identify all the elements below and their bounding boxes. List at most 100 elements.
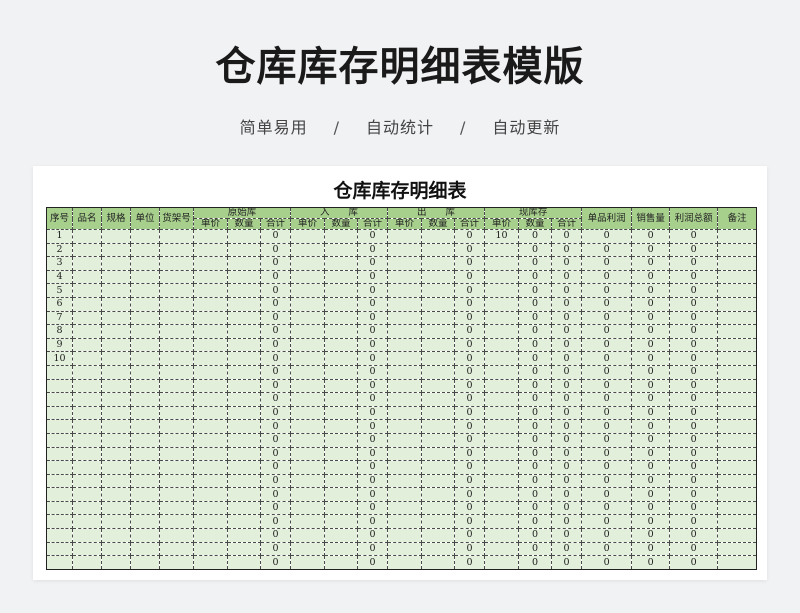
cell-cur-qty[interactable]: 0	[518, 269, 553, 285]
cell-out-qty[interactable]	[421, 296, 456, 312]
cell-unit[interactable]	[130, 242, 160, 258]
cell-cur-price[interactable]	[484, 351, 520, 366]
cell-out-price[interactable]	[387, 351, 423, 366]
cell-cur-total[interactable]: 0	[551, 446, 583, 462]
cell-orig-price[interactable]	[193, 242, 228, 258]
cell-out-qty[interactable]	[421, 324, 456, 339]
cell-remarks[interactable]	[717, 460, 758, 475]
cell-in-total[interactable]: 0	[357, 405, 389, 421]
cell-spec[interactable]	[101, 487, 131, 502]
cell-unit[interactable]	[130, 337, 160, 353]
cell-out-total[interactable]: 0	[454, 242, 486, 258]
cell-in-qty[interactable]	[324, 432, 359, 448]
cell-remarks[interactable]	[717, 446, 758, 462]
cell-out-price[interactable]	[387, 541, 423, 557]
cell-out-price[interactable]	[387, 392, 423, 407]
cell-unit-profit[interactable]: 0	[581, 419, 633, 434]
cell-cur-total[interactable]: 0	[551, 432, 583, 448]
cell-sales[interactable]: 0	[631, 487, 671, 502]
cell-orig-qty[interactable]	[227, 487, 261, 502]
cell-out-total[interactable]: 0	[454, 405, 486, 421]
cell-seq[interactable]	[46, 392, 73, 407]
cell-in-total[interactable]: 0	[357, 283, 389, 298]
cell-sales[interactable]: 0	[631, 337, 671, 353]
cell-out-total[interactable]: 0	[454, 541, 486, 557]
cell-cur-price[interactable]	[484, 528, 520, 543]
cell-sales[interactable]: 0	[631, 364, 671, 380]
cell-shelf[interactable]	[159, 378, 194, 394]
cell-cur-qty[interactable]: 0	[518, 378, 553, 394]
cell-out-qty[interactable]	[421, 283, 456, 298]
cell-remarks[interactable]	[717, 242, 758, 258]
cell-cur-total[interactable]: 0	[551, 324, 583, 339]
cell-out-total[interactable]: 0	[454, 269, 486, 285]
cell-remarks[interactable]	[717, 229, 758, 244]
cell-shelf[interactable]	[159, 351, 194, 366]
cell-in-qty[interactable]	[324, 555, 359, 570]
cell-spec[interactable]	[101, 324, 131, 339]
cell-unit-profit[interactable]: 0	[581, 378, 633, 394]
cell-seq[interactable]: 8	[46, 324, 73, 339]
cell-orig-total[interactable]: 0	[259, 514, 292, 530]
cell-name[interactable]	[72, 296, 102, 312]
cell-orig-price[interactable]	[193, 324, 228, 339]
cell-cur-qty[interactable]: 0	[518, 242, 553, 258]
cell-cur-total[interactable]: 0	[551, 378, 583, 394]
cell-cur-price[interactable]	[484, 555, 520, 570]
cell-orig-qty[interactable]	[227, 378, 261, 394]
cell-in-total[interactable]: 0	[357, 419, 389, 434]
cell-profit-total[interactable]: 0	[669, 242, 719, 258]
cell-orig-total[interactable]: 0	[259, 283, 292, 298]
cell-spec[interactable]	[101, 269, 131, 285]
cell-sales[interactable]: 0	[631, 500, 671, 516]
cell-cur-qty[interactable]: 0	[518, 405, 553, 421]
cell-cur-qty[interactable]: 0	[518, 500, 553, 516]
cell-in-total[interactable]: 0	[357, 256, 389, 271]
cell-cur-total[interactable]: 0	[551, 310, 583, 326]
cell-cur-price[interactable]	[484, 473, 520, 489]
cell-name[interactable]	[72, 324, 102, 339]
cell-unit[interactable]	[130, 256, 160, 271]
cell-orig-total[interactable]: 0	[259, 500, 292, 516]
cell-profit-total[interactable]: 0	[669, 555, 719, 570]
cell-orig-total[interactable]: 0	[259, 405, 292, 421]
cell-out-qty[interactable]	[421, 432, 456, 448]
cell-in-price[interactable]	[290, 460, 326, 475]
cell-unit-profit[interactable]: 0	[581, 432, 633, 448]
cell-seq[interactable]: 9	[46, 337, 73, 353]
cell-name[interactable]	[72, 378, 102, 394]
cell-profit-total[interactable]: 0	[669, 500, 719, 516]
cell-seq[interactable]: 7	[46, 310, 73, 326]
cell-cur-price[interactable]	[484, 378, 520, 394]
cell-out-qty[interactable]	[421, 419, 456, 434]
cell-unit[interactable]	[130, 364, 160, 380]
cell-unit[interactable]	[130, 528, 160, 543]
cell-name[interactable]	[72, 364, 102, 380]
cell-spec[interactable]	[101, 378, 131, 394]
cell-spec[interactable]	[101, 296, 131, 312]
cell-spec[interactable]	[101, 351, 131, 366]
cell-unit-profit[interactable]: 0	[581, 337, 633, 353]
cell-orig-total[interactable]: 0	[259, 337, 292, 353]
cell-out-qty[interactable]	[421, 364, 456, 380]
cell-unit[interactable]	[130, 229, 160, 244]
cell-seq[interactable]: 4	[46, 269, 73, 285]
cell-seq[interactable]	[46, 500, 73, 516]
cell-out-total[interactable]: 0	[454, 500, 486, 516]
cell-out-qty[interactable]	[421, 378, 456, 394]
cell-name[interactable]	[72, 229, 102, 244]
cell-in-price[interactable]	[290, 555, 326, 570]
cell-cur-price[interactable]	[484, 324, 520, 339]
cell-in-price[interactable]	[290, 269, 326, 285]
cell-sales[interactable]: 0	[631, 432, 671, 448]
cell-cur-total[interactable]: 0	[551, 528, 583, 543]
cell-orig-total[interactable]: 0	[259, 541, 292, 557]
cell-cur-total[interactable]: 0	[551, 242, 583, 258]
cell-orig-total[interactable]: 0	[259, 256, 292, 271]
cell-orig-total[interactable]: 0	[259, 460, 292, 475]
cell-seq[interactable]	[46, 446, 73, 462]
cell-shelf[interactable]	[159, 528, 194, 543]
cell-name[interactable]	[72, 555, 102, 570]
cell-orig-qty[interactable]	[227, 351, 261, 366]
cell-in-total[interactable]: 0	[357, 460, 389, 475]
